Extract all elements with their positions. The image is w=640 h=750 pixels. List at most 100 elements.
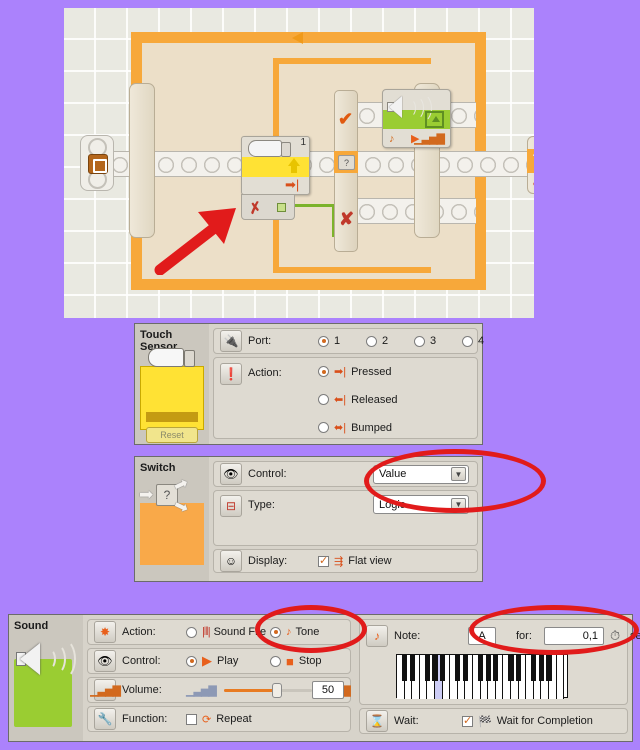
switch-title: Switch: [140, 462, 176, 474]
switch-panel-header: Switch ? ➡ ➡ ➡: [135, 457, 209, 581]
sound-action-row: ✸ Action: |⦀| Sound File ♪ Tone: [87, 619, 351, 645]
port-option-2[interactable]: 2: [366, 335, 388, 347]
start-block[interactable]: [80, 135, 114, 191]
piano-black-key[interactable]: [409, 655, 415, 681]
sound-note-row: ♪ Note: A for: 0,1 ⏱ seconds: [359, 619, 640, 705]
type-select[interactable]: Logic ▼: [373, 495, 469, 514]
switch-preview-icon: ? ➡ ➡ ➡: [139, 473, 204, 565]
port-option-3[interactable]: 3: [414, 335, 436, 347]
touch-sensor-config-panel[interactable]: Touch Sensor Reset 🔌 Port: 1 2 3 4 ❗ Act…: [134, 323, 484, 445]
volume-slider-knob[interactable]: [272, 682, 282, 698]
note-icon: ♪: [366, 625, 388, 647]
sound-wait-row: ⌛ Wait: 🏁 Wait for Completion: [359, 708, 628, 734]
program-canvas[interactable]: 1 ➡| ✗ ✔ ? ✘ ♪ ▶ ▁▃▅▇: [64, 8, 534, 318]
port-option-1-label: 1: [334, 335, 341, 347]
port-option-1[interactable]: 1: [318, 335, 340, 347]
volume-slider-fill: [224, 688, 276, 692]
piano-black-key[interactable]: [508, 655, 514, 681]
piano-black-key[interactable]: [424, 655, 430, 681]
piano-black-key[interactable]: [478, 655, 484, 681]
port-radio-2[interactable]: [366, 335, 377, 347]
switch-display-row: ☺ Display: ⇶ Flat view: [213, 549, 478, 573]
port-option-4[interactable]: 4: [462, 335, 484, 347]
duration-field[interactable]: 0,1: [544, 627, 604, 645]
screenshot-root: 1 ➡| ✗ ✔ ? ✘ ♪ ▶ ▁▃▅▇ Touch Sensor Reset…: [0, 0, 640, 750]
display-face-icon: ☺: [220, 550, 242, 572]
piano-black-key[interactable]: [440, 655, 446, 681]
switch-true-check-icon: ✔: [338, 109, 354, 129]
volume-slider[interactable]: [224, 682, 312, 698]
play-radio[interactable]: [186, 655, 197, 667]
sound-function-row: 🔧 Function: ⟳ Repeat: [87, 706, 351, 732]
chevron-down-icon[interactable]: ▼: [451, 467, 466, 481]
port-option-3-label: 3: [430, 335, 437, 347]
waveform-icon: |⦀|: [202, 625, 211, 638]
action-option-bumped[interactable]: ⬌| Bumped: [318, 421, 392, 434]
play-option[interactable]: ▶ Play: [186, 653, 238, 669]
flat-view-option[interactable]: ⇶ Flat view: [318, 554, 392, 568]
action-option-pressed[interactable]: ➡| Pressed: [318, 365, 391, 378]
piano-black-key[interactable]: [455, 655, 461, 681]
loop-block[interactable]: ↻ ∞: [527, 136, 534, 194]
sound-panel-right-column: ♪ Note: A for: 0,1 ⏱ seconds ⌛ Wait: 🏁 W…: [355, 615, 640, 741]
action-radio-bumped[interactable]: [318, 422, 329, 433]
port-radio-3[interactable]: [414, 335, 425, 347]
action-option-pressed-label: Pressed: [351, 365, 392, 378]
tone-option[interactable]: ♪ Tone: [270, 626, 319, 638]
stop-option[interactable]: ■ Stop: [270, 654, 322, 669]
piano-black-key[interactable]: [538, 655, 544, 681]
port-radio-4[interactable]: [462, 335, 473, 347]
wait-completion-option[interactable]: 🏁 Wait for Completion: [462, 714, 593, 728]
sound-file-radio[interactable]: [186, 626, 197, 638]
piano-white-key[interactable]: [556, 655, 565, 699]
touch-sensor-block[interactable]: 1 ➡|: [241, 136, 310, 195]
flat-view-checkbox[interactable]: [318, 554, 329, 567]
volume-bars-icon: ▁▃▅▇: [90, 679, 121, 701]
sound-control-label: Control:: [122, 655, 161, 667]
touch-sensor-panel-header: Touch Sensor Reset: [135, 324, 209, 444]
piano-black-key[interactable]: [402, 655, 408, 681]
touch-finger-graphic-icon: [148, 348, 195, 367]
action-option-released[interactable]: ⬅| Released: [318, 393, 398, 406]
stop-radio[interactable]: [270, 655, 281, 667]
control-select[interactable]: Value ▼: [373, 464, 469, 484]
piano-black-key[interactable]: [546, 655, 552, 681]
chevron-down-icon-2[interactable]: ▼: [451, 497, 466, 512]
wait-completion-label: Wait for Completion: [496, 715, 593, 727]
wait-checkbox[interactable]: [462, 714, 473, 727]
sound-file-option[interactable]: |⦀| Sound File: [186, 626, 266, 639]
sound-volume-row: ▁▃▅▇ Volume: ▁▃▅▇ ▁▃▅▇ 50: [87, 677, 351, 703]
piano-black-key[interactable]: [531, 655, 537, 681]
tone-radio[interactable]: [270, 626, 281, 638]
switch-config-panel[interactable]: Switch ? ➡ ➡ ➡ 👁 Control: Value ▼ ⊟ Type…: [134, 449, 546, 582]
sound-panel-header: Sound: [9, 615, 83, 741]
switch-type-row: ⊟ Type: Logic ▼: [213, 490, 478, 546]
sound-action-label: Action:: [122, 626, 156, 638]
touch-up-arrow-stem-icon: [291, 165, 297, 173]
port-radio-1[interactable]: [318, 335, 329, 347]
note-value-field[interactable]: A: [468, 627, 496, 645]
control-label: Control:: [248, 468, 287, 480]
tone-label: Tone: [295, 626, 320, 638]
piano-black-key[interactable]: [485, 655, 491, 681]
sound-config-panel[interactable]: Sound ✸ Action: |⦀| Sound File ♪ Tone 👁 …: [8, 605, 640, 742]
repeat-checkbox[interactable]: [186, 713, 197, 725]
piano-black-key[interactable]: [516, 655, 522, 681]
port-option-4-label: 4: [478, 335, 485, 347]
piano-keyboard[interactable]: [396, 654, 568, 699]
volume-value-field[interactable]: 50: [312, 681, 344, 699]
touch-finger-icon: [248, 140, 291, 157]
piano-black-key[interactable]: [432, 655, 438, 681]
action-radio-released[interactable]: [318, 394, 329, 405]
touch-sensor-data-hub[interactable]: ✗: [241, 194, 295, 220]
sound-block[interactable]: ♪ ▶ ▁▃▅▇: [382, 89, 451, 148]
repeat-option[interactable]: ⟳ Repeat: [186, 713, 252, 726]
piano-black-key[interactable]: [493, 655, 499, 681]
touch-port-row: 🔌 Port: 1 2 3 4: [213, 328, 484, 354]
display-label: Display:: [248, 555, 288, 567]
piano-black-key[interactable]: [462, 655, 468, 681]
switch-block-tab[interactable]: ✔ ? ✘: [334, 90, 358, 252]
action-radio-pressed[interactable]: [318, 366, 329, 377]
data-hub-output-plug[interactable]: [277, 203, 286, 212]
touch-reset-button[interactable]: Reset: [146, 427, 198, 443]
